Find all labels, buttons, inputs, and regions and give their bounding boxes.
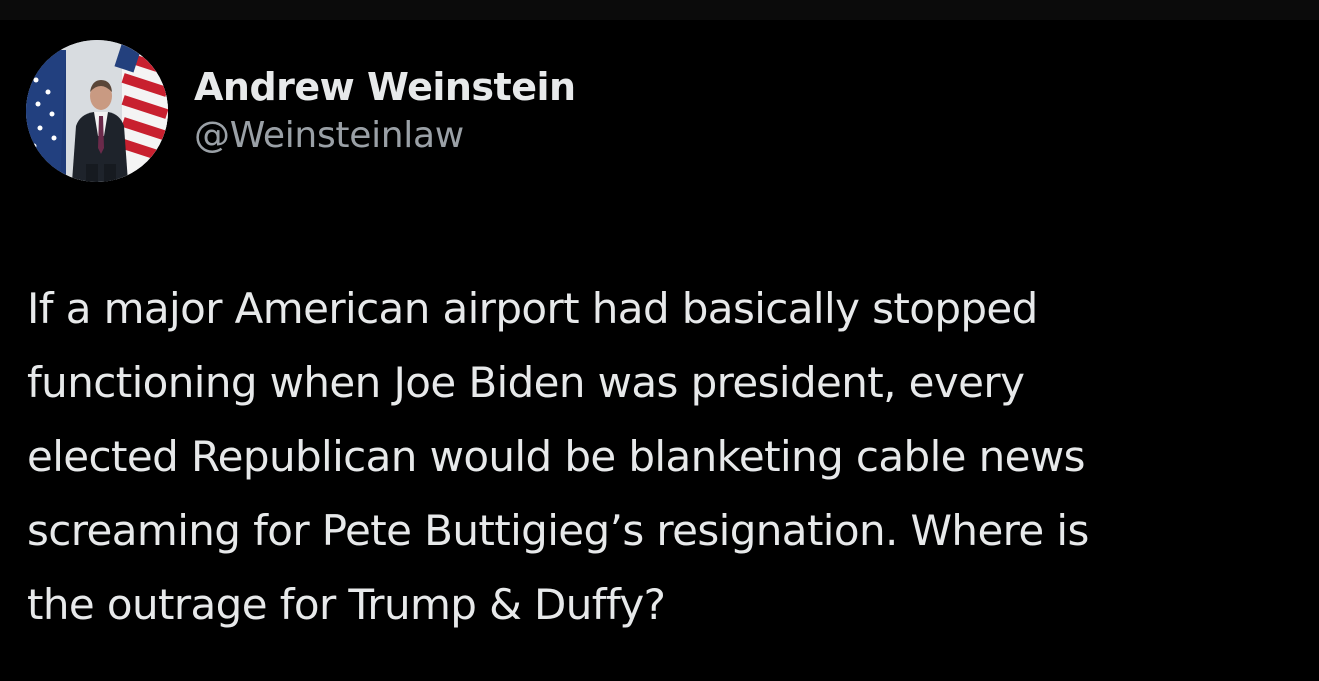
author-display-name[interactable]: Andrew Weinstein bbox=[194, 63, 576, 111]
avatar-photo bbox=[26, 40, 168, 182]
author-handle[interactable]: @Weinsteinlaw bbox=[194, 113, 576, 159]
profile-avatar[interactable] bbox=[26, 40, 168, 182]
tweet-header: Andrew Weinstein @Weinsteinlaw bbox=[26, 40, 576, 182]
top-bar bbox=[0, 0, 1319, 20]
author-names: Andrew Weinstein @Weinsteinlaw bbox=[194, 63, 576, 159]
tweet-card: Andrew Weinstein @Weinsteinlaw If a majo… bbox=[0, 20, 1319, 681]
tweet-text: If a major American airport had basicall… bbox=[27, 284, 1089, 629]
